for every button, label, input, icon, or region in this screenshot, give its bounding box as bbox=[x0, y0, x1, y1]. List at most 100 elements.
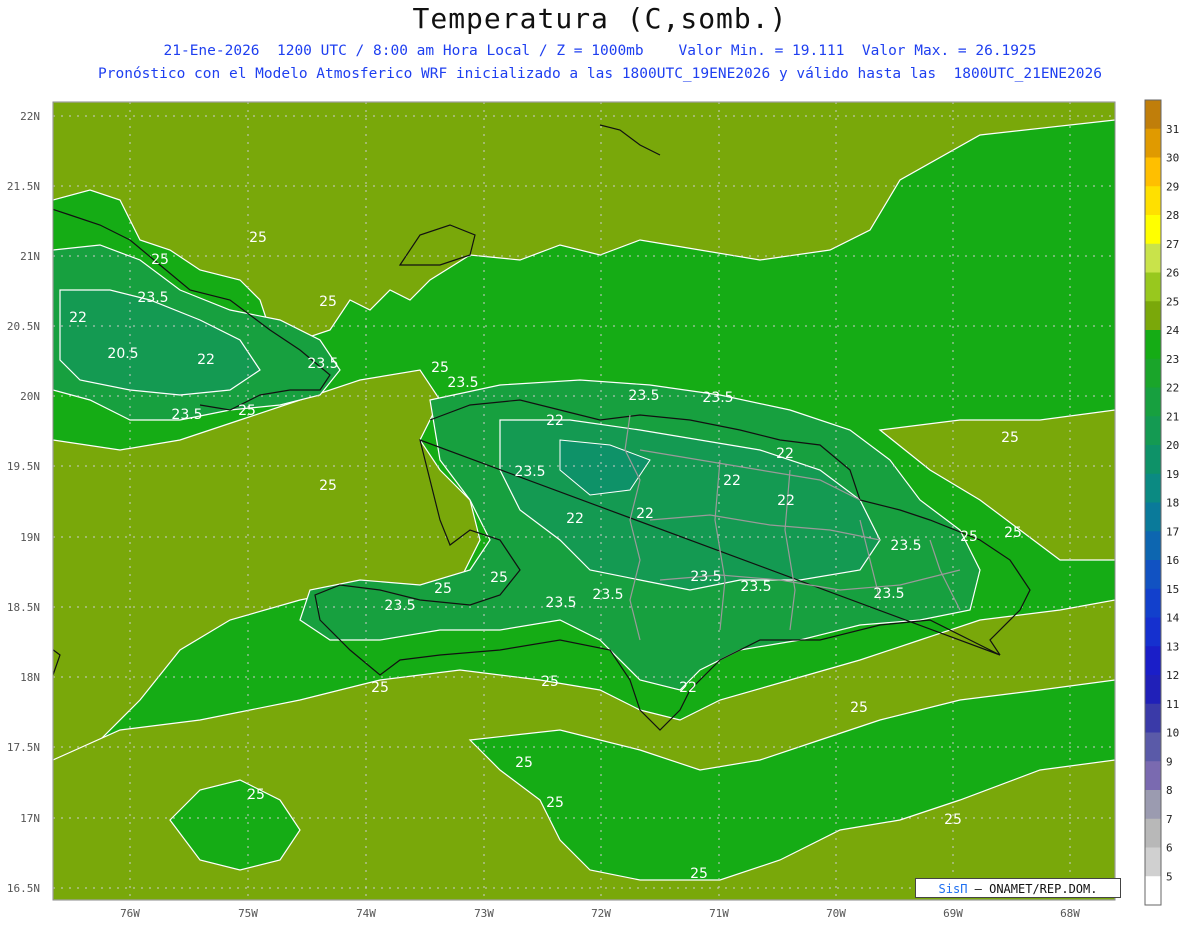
contour-label: 25 bbox=[434, 581, 452, 597]
contour-label: 25 bbox=[490, 570, 508, 586]
lat-label: 18.5N bbox=[7, 601, 40, 614]
contour-label: 25 bbox=[850, 700, 868, 716]
temperature-map: 22N 21.5N 21N 20.5N 20N 19.5N 19N 18.5N … bbox=[7, 99, 1180, 920]
colorbar-swatch bbox=[1145, 560, 1161, 590]
colorbar-tick-label: 5 bbox=[1166, 870, 1173, 883]
contour-label: 25 bbox=[944, 812, 962, 828]
lat-label: 18N bbox=[20, 671, 40, 684]
colorbar-tick-label: 13 bbox=[1166, 640, 1179, 653]
contour-label: 22 bbox=[197, 352, 215, 368]
contour-label: 25 bbox=[247, 787, 265, 803]
longitude-labels: 76W 75W 74W 73W 72W 71W 70W 69W 68W bbox=[120, 907, 1080, 920]
contour-label: 23.5 bbox=[307, 356, 338, 372]
colorbar-tick-label: 28 bbox=[1166, 209, 1179, 222]
colorbar-swatch bbox=[1145, 243, 1161, 273]
lon-label: 68W bbox=[1060, 907, 1080, 920]
colorbar-tick-label: 25 bbox=[1166, 295, 1179, 308]
colorbar-swatch bbox=[1145, 445, 1161, 475]
contour-label: 22 bbox=[546, 413, 564, 429]
contour-label: 25 bbox=[319, 294, 337, 310]
lon-label: 75W bbox=[238, 907, 258, 920]
lat-label: 17N bbox=[20, 812, 40, 825]
colorbar-tick-label: 14 bbox=[1166, 612, 1180, 625]
contour-label: 23.5 bbox=[702, 390, 733, 406]
colorbar-swatch bbox=[1145, 473, 1161, 503]
colorbar-swatch bbox=[1145, 847, 1161, 877]
contour-label: 25 bbox=[541, 674, 559, 690]
colorbar-swatch bbox=[1145, 703, 1161, 733]
colorbar-swatch bbox=[1145, 617, 1161, 647]
colorbar-tick-label: 15 bbox=[1166, 583, 1179, 596]
colorbar-swatch bbox=[1145, 790, 1161, 820]
contour-label: 23.5 bbox=[384, 598, 415, 614]
lat-label: 21N bbox=[20, 250, 40, 263]
contour-label: 23.5 bbox=[592, 587, 623, 603]
colorbar-swatch bbox=[1145, 186, 1161, 216]
contour-label: 22 bbox=[636, 506, 654, 522]
colorbar-swatch bbox=[1145, 100, 1161, 130]
contour-label: 25 bbox=[249, 230, 267, 246]
colorbar-tick-label: 16 bbox=[1166, 554, 1179, 567]
map-plot-area bbox=[53, 102, 1115, 900]
colorbar-tick-label: 23 bbox=[1166, 353, 1179, 366]
sispi-logo: SisΠ bbox=[938, 882, 968, 896]
colorbar-swatch bbox=[1145, 358, 1161, 388]
colorbar-swatch bbox=[1145, 761, 1161, 791]
contour-label: 23.5 bbox=[514, 464, 545, 480]
colorbar-tick-label: 9 bbox=[1166, 755, 1173, 768]
contour-label: 22 bbox=[566, 511, 584, 527]
contour-label: 23.5 bbox=[545, 595, 576, 611]
contour-label: 20.5 bbox=[107, 346, 138, 362]
colorbar-tick-label: 19 bbox=[1166, 468, 1179, 481]
contour-label: 25 bbox=[1004, 525, 1022, 541]
temperature-colorbar: 31 30 29 28 27 26 25 24 23 22 21 20 19 18 17 16 15 14 13 12… bbox=[1144, 99, 1180, 906]
colorbar-tick-label: 8 bbox=[1166, 784, 1173, 797]
contour-label: 22 bbox=[776, 446, 794, 462]
latitude-labels: 22N 21.5N 21N 20.5N 20N 19.5N 19N 18.5N … bbox=[7, 110, 40, 895]
contour-label: 25 bbox=[690, 866, 708, 882]
colorbar-swatch bbox=[1145, 502, 1161, 532]
colorbar-swatch bbox=[1145, 818, 1161, 848]
colorbar-swatch bbox=[1145, 732, 1161, 762]
colorbar-tick-label: 21 bbox=[1166, 410, 1179, 423]
colorbar-tick-label: 6 bbox=[1166, 842, 1173, 855]
contour-label: 23.5 bbox=[890, 538, 921, 554]
contour-label: 25 bbox=[319, 478, 337, 494]
contour-label: 23.5 bbox=[447, 375, 478, 391]
colorbar-swatch bbox=[1145, 416, 1161, 446]
colorbar-tick-label: 18 bbox=[1166, 497, 1179, 510]
colorbar-swatch bbox=[1145, 330, 1161, 360]
colorbar-swatch bbox=[1145, 301, 1161, 331]
colorbar-swatch bbox=[1145, 675, 1161, 705]
colorbar-swatch bbox=[1145, 387, 1161, 417]
colorbar-tick-label: 29 bbox=[1166, 180, 1179, 193]
lon-label: 71W bbox=[709, 907, 729, 920]
colorbar-swatch bbox=[1145, 215, 1161, 245]
colorbar-swatch bbox=[1145, 157, 1161, 187]
contour-label: 23.5 bbox=[690, 569, 721, 585]
colorbar-tick-label: 11 bbox=[1166, 698, 1179, 711]
colorbar-tick-label: 31 bbox=[1166, 123, 1179, 136]
contour-label: 22 bbox=[679, 680, 697, 696]
lon-label: 74W bbox=[356, 907, 376, 920]
contour-label: 22 bbox=[69, 310, 87, 326]
lat-label: 16.5N bbox=[7, 882, 40, 895]
lat-label: 19N bbox=[20, 531, 40, 544]
contour-label: 23.5 bbox=[740, 579, 771, 595]
colorbar-tick-label: 17 bbox=[1166, 525, 1179, 538]
contour-label: 23.5 bbox=[171, 407, 202, 423]
colorbar-swatch bbox=[1145, 531, 1161, 561]
colorbar-swatch bbox=[1145, 646, 1161, 676]
lon-label: 76W bbox=[120, 907, 140, 920]
lat-label: 22N bbox=[20, 110, 40, 123]
lon-label: 73W bbox=[474, 907, 494, 920]
lat-label: 20.5N bbox=[7, 320, 40, 333]
colorbar-tick-label: 24 bbox=[1166, 324, 1180, 337]
contour-label: 25 bbox=[546, 795, 564, 811]
contour-label: 25 bbox=[238, 403, 256, 419]
colorbar-tick-label: 22 bbox=[1166, 382, 1179, 395]
colorbar-swatch bbox=[1145, 272, 1161, 302]
lat-label: 19.5N bbox=[7, 460, 40, 473]
source-credit: SisΠ – ONAMET/REP.DOM. bbox=[915, 878, 1121, 898]
colorbar-swatch bbox=[1145, 588, 1161, 618]
